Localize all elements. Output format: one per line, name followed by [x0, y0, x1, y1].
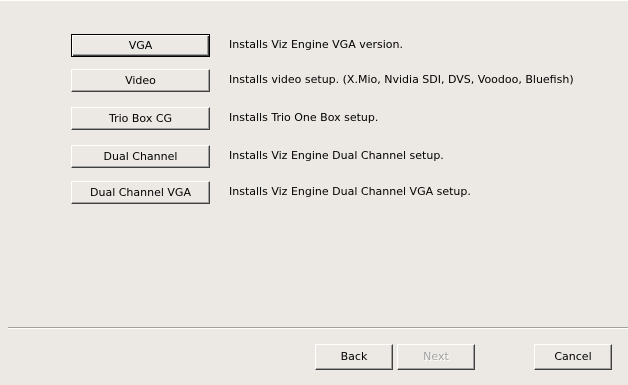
- back-button[interactable]: Back: [315, 344, 393, 370]
- video-option-button[interactable]: Video: [71, 69, 210, 92]
- next-button[interactable]: Next: [397, 344, 475, 370]
- video-option-description: Installs video setup. (X.Mio, Nvidia SDI…: [229, 73, 574, 86]
- trio-box-cg-option-description: Installs Trio One Box setup.: [229, 111, 379, 124]
- setup-dialog: VGA Installs Viz Engine VGA version. Vid…: [0, 0, 628, 385]
- vga-option-button[interactable]: VGA: [71, 34, 210, 57]
- cancel-button[interactable]: Cancel: [534, 344, 612, 370]
- footer-separator: [8, 327, 628, 329]
- dual-channel-vga-option-button[interactable]: Dual Channel VGA: [71, 181, 210, 204]
- dual-channel-option-button[interactable]: Dual Channel: [71, 145, 210, 168]
- trio-box-cg-option-button[interactable]: Trio Box CG: [71, 107, 210, 130]
- vga-option-description: Installs Viz Engine VGA version.: [229, 38, 404, 51]
- top-edge: [0, 0, 628, 1]
- dual-channel-option-description: Installs Viz Engine Dual Channel setup.: [229, 149, 444, 162]
- dual-channel-vga-option-description: Installs Viz Engine Dual Channel VGA set…: [229, 185, 471, 198]
